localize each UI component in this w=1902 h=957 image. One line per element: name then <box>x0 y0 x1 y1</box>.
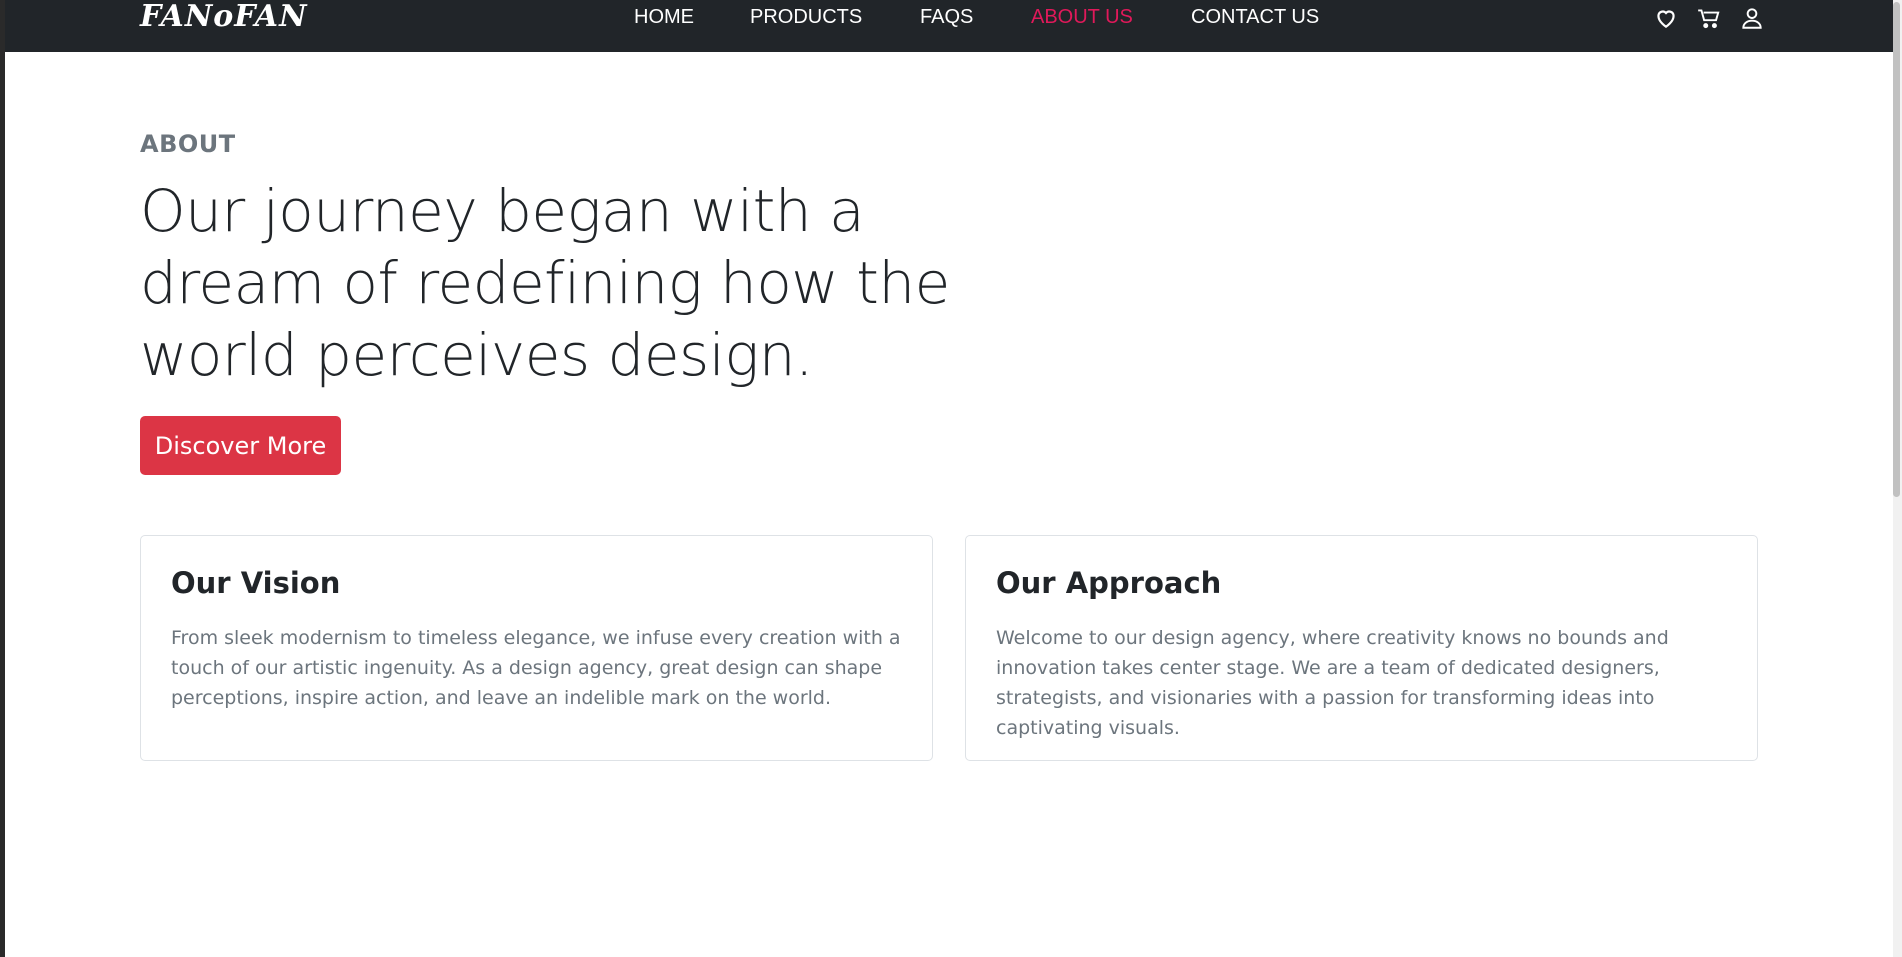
nav-about-us[interactable]: ABOUT US <box>1031 6 1133 29</box>
scrollbar-thumb[interactable] <box>1893 2 1900 497</box>
heart-icon[interactable] <box>1653 5 1679 31</box>
approach-card: Our Approach Welcome to our design agenc… <box>965 535 1758 761</box>
page: FANoFAN HOME PRODUCTS FAQS ABOUT US CONT… <box>5 0 1898 957</box>
vision-card: Our Vision From sleek modernism to timel… <box>140 535 933 761</box>
card-text: From sleek modernism to timeless eleganc… <box>171 627 901 709</box>
card-text: Welcome to our design agency, where crea… <box>996 627 1669 739</box>
brand-logo[interactable]: FANoFAN <box>140 0 308 34</box>
top-navbar: FANoFAN HOME PRODUCTS FAQS ABOUT US CONT… <box>5 0 1898 52</box>
nav-contact-us[interactable]: CONTACT US <box>1191 6 1319 29</box>
nav-products[interactable]: PRODUCTS <box>750 6 862 29</box>
card-title: Our Vision <box>171 566 341 600</box>
user-icon[interactable] <box>1739 5 1765 31</box>
card-title: Our Approach <box>996 566 1222 600</box>
nav-faqs[interactable]: FAQS <box>920 6 973 29</box>
section-eyebrow: ABOUT <box>140 130 236 158</box>
nav-home[interactable]: HOME <box>634 6 694 29</box>
vertical-scrollbar[interactable] <box>1893 0 1902 957</box>
discover-more-button[interactable]: Discover More <box>140 416 341 475</box>
cart-icon[interactable] <box>1696 5 1722 31</box>
hero-headline: Our journey began with a dream of redefi… <box>140 177 950 389</box>
